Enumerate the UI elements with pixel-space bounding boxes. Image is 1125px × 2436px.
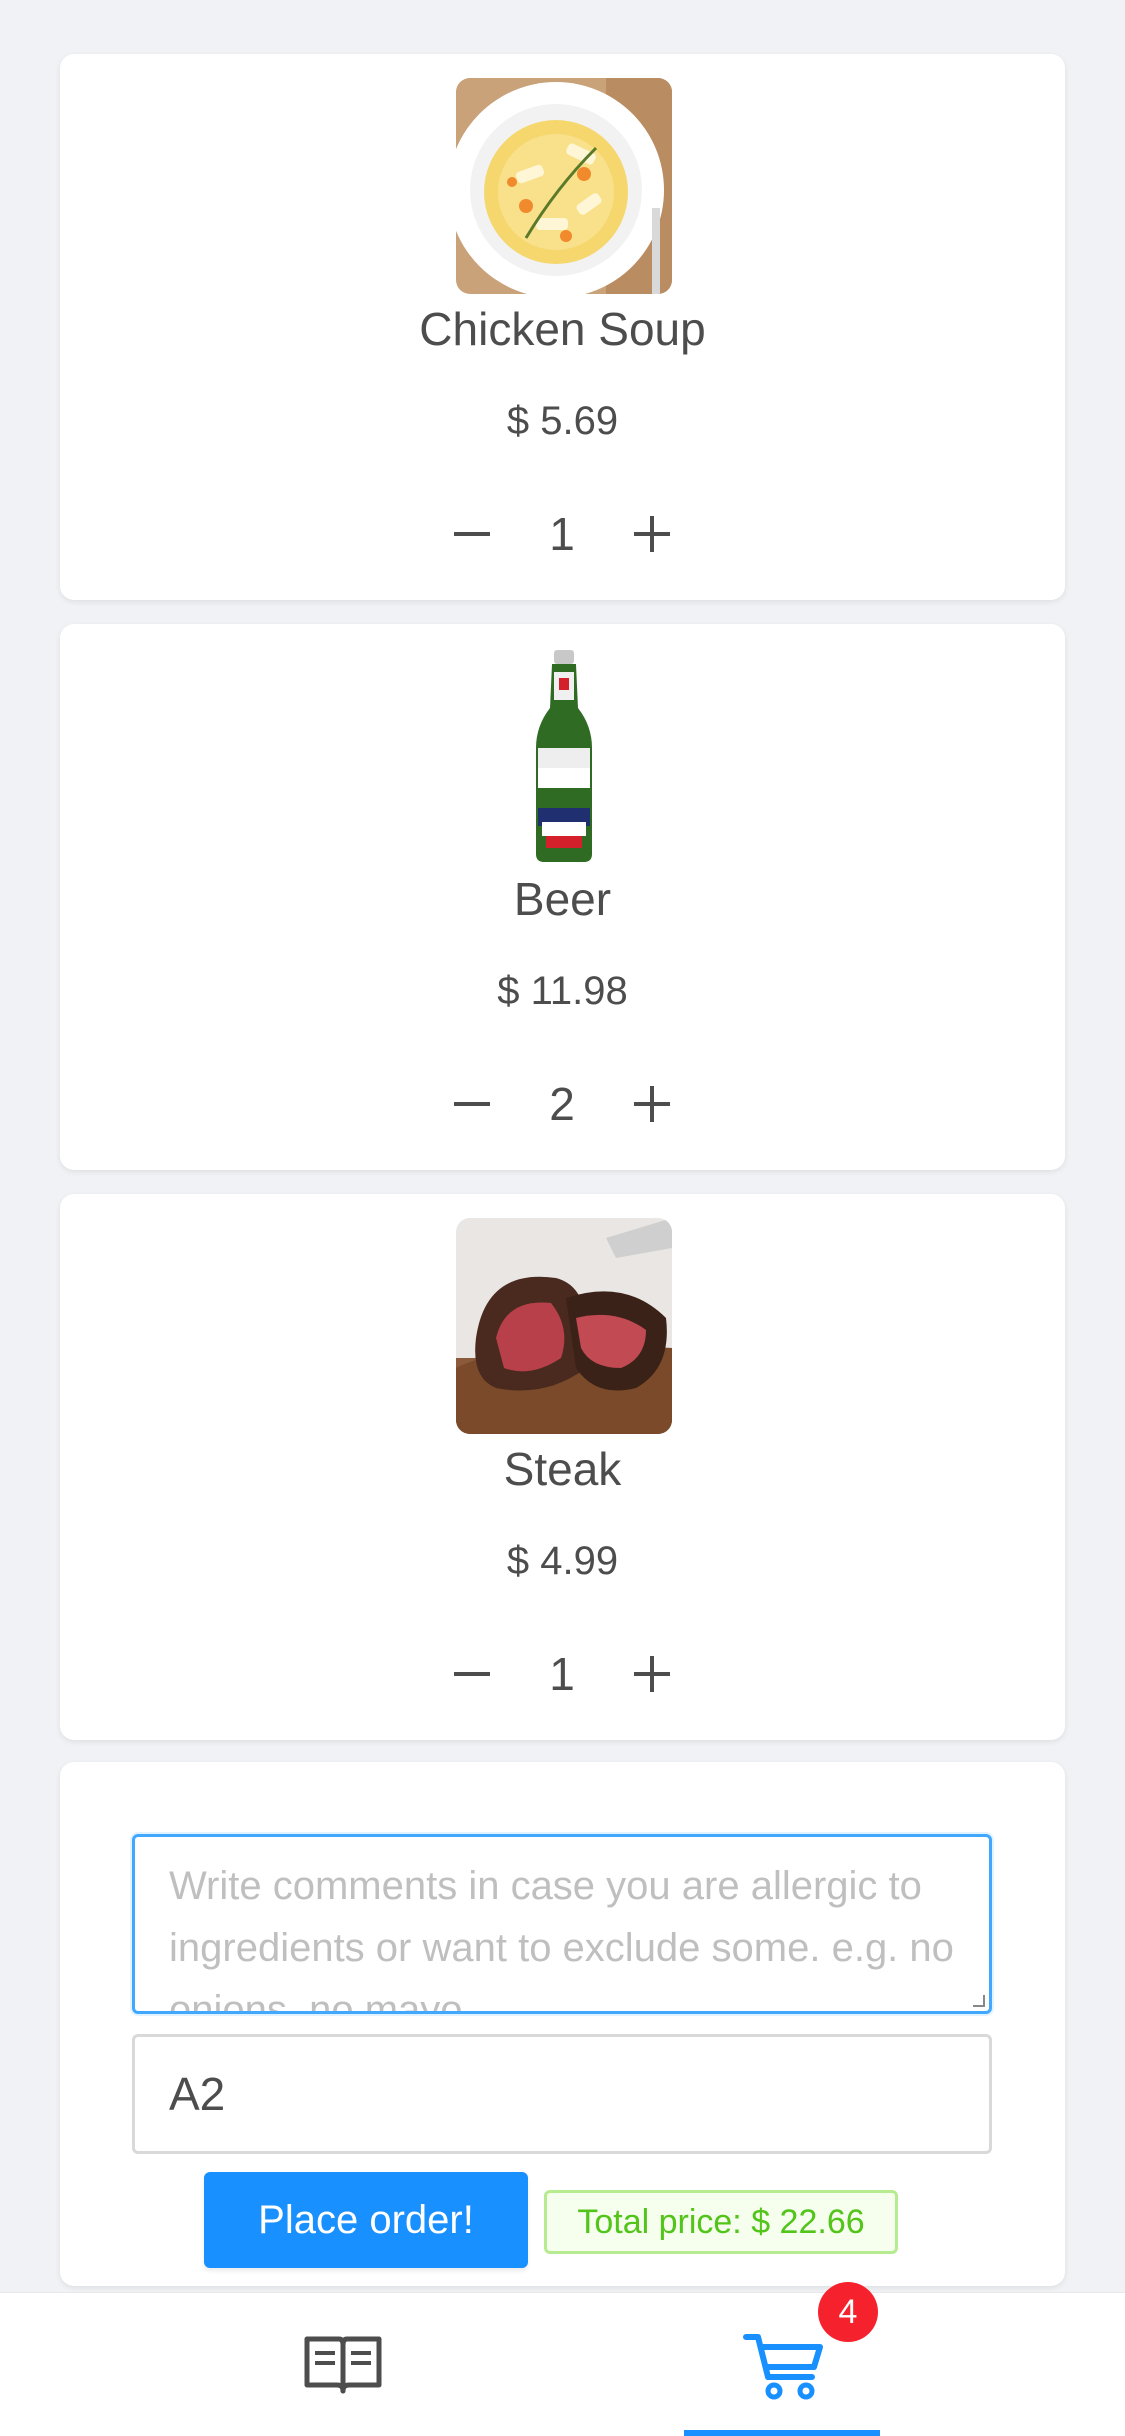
decrease-quantity-button[interactable]	[432, 1634, 512, 1714]
increase-quantity-button[interactable]	[612, 1634, 692, 1714]
quantity-stepper: 1	[60, 1634, 1065, 1714]
quantity-value: 1	[549, 1648, 575, 1700]
quantity-stepper: 2	[60, 1064, 1065, 1144]
quantity-stepper: 1	[60, 494, 1065, 574]
decrease-quantity-button[interactable]	[432, 1064, 512, 1144]
cart-item-card: Chicken Soup $ 5.69 1	[60, 54, 1065, 600]
tab-menu[interactable]	[193, 2293, 493, 2436]
item-name: Chicken Soup	[419, 303, 706, 355]
cart-page: Chicken Soup $ 5.69 1 Beer $ 11.98 2 Ste…	[0, 0, 1125, 2436]
decrease-quantity-button[interactable]	[432, 494, 512, 574]
comments-textarea[interactable]: Write comments in case you are allergic …	[132, 1834, 992, 2014]
chicken-soup-photo-icon	[456, 78, 672, 294]
minus-icon	[454, 532, 490, 536]
increase-quantity-button[interactable]	[612, 1064, 692, 1144]
steak-photo-icon	[456, 1218, 672, 1434]
active-tab-indicator	[684, 2430, 880, 2436]
cart-item-card: Steak $ 4.99 1	[60, 1194, 1065, 1740]
open-book-icon	[304, 2336, 382, 2394]
shopping-cart-icon	[743, 2334, 823, 2400]
minus-icon	[454, 1672, 490, 1676]
item-name: Steak	[503, 1443, 622, 1495]
cart-item-card: Beer $ 11.98 2	[60, 624, 1065, 1170]
minus-icon	[454, 1102, 490, 1106]
resize-handle-icon[interactable]	[973, 1995, 985, 2007]
place-order-button[interactable]: Place order!	[204, 2172, 528, 2268]
bottom-tab-bar	[0, 2292, 1125, 2436]
beer-bottle-photo-icon	[456, 648, 672, 864]
tab-cart[interactable]	[634, 2293, 934, 2436]
steak-image	[456, 1218, 672, 1434]
comments-placeholder: Write comments in case you are allergic …	[169, 1864, 954, 2014]
quantity-value: 1	[549, 508, 575, 560]
item-price: $ 5.69	[506, 399, 619, 443]
increase-quantity-button[interactable]	[612, 494, 692, 574]
table-number-input[interactable]: A2	[132, 2034, 992, 2154]
cart-count-badge: 4	[818, 2282, 878, 2342]
total-price-badge: Total price: $ 22.66	[544, 2190, 898, 2254]
item-price: $ 11.98	[497, 969, 628, 1013]
chicken-soup-image	[456, 78, 672, 294]
quantity-value: 2	[549, 1078, 575, 1130]
item-price: $ 4.99	[506, 1539, 619, 1583]
item-name: Beer	[513, 873, 612, 925]
order-form-card: Write comments in case you are allergic …	[60, 1762, 1065, 2286]
beer-image	[456, 648, 672, 864]
